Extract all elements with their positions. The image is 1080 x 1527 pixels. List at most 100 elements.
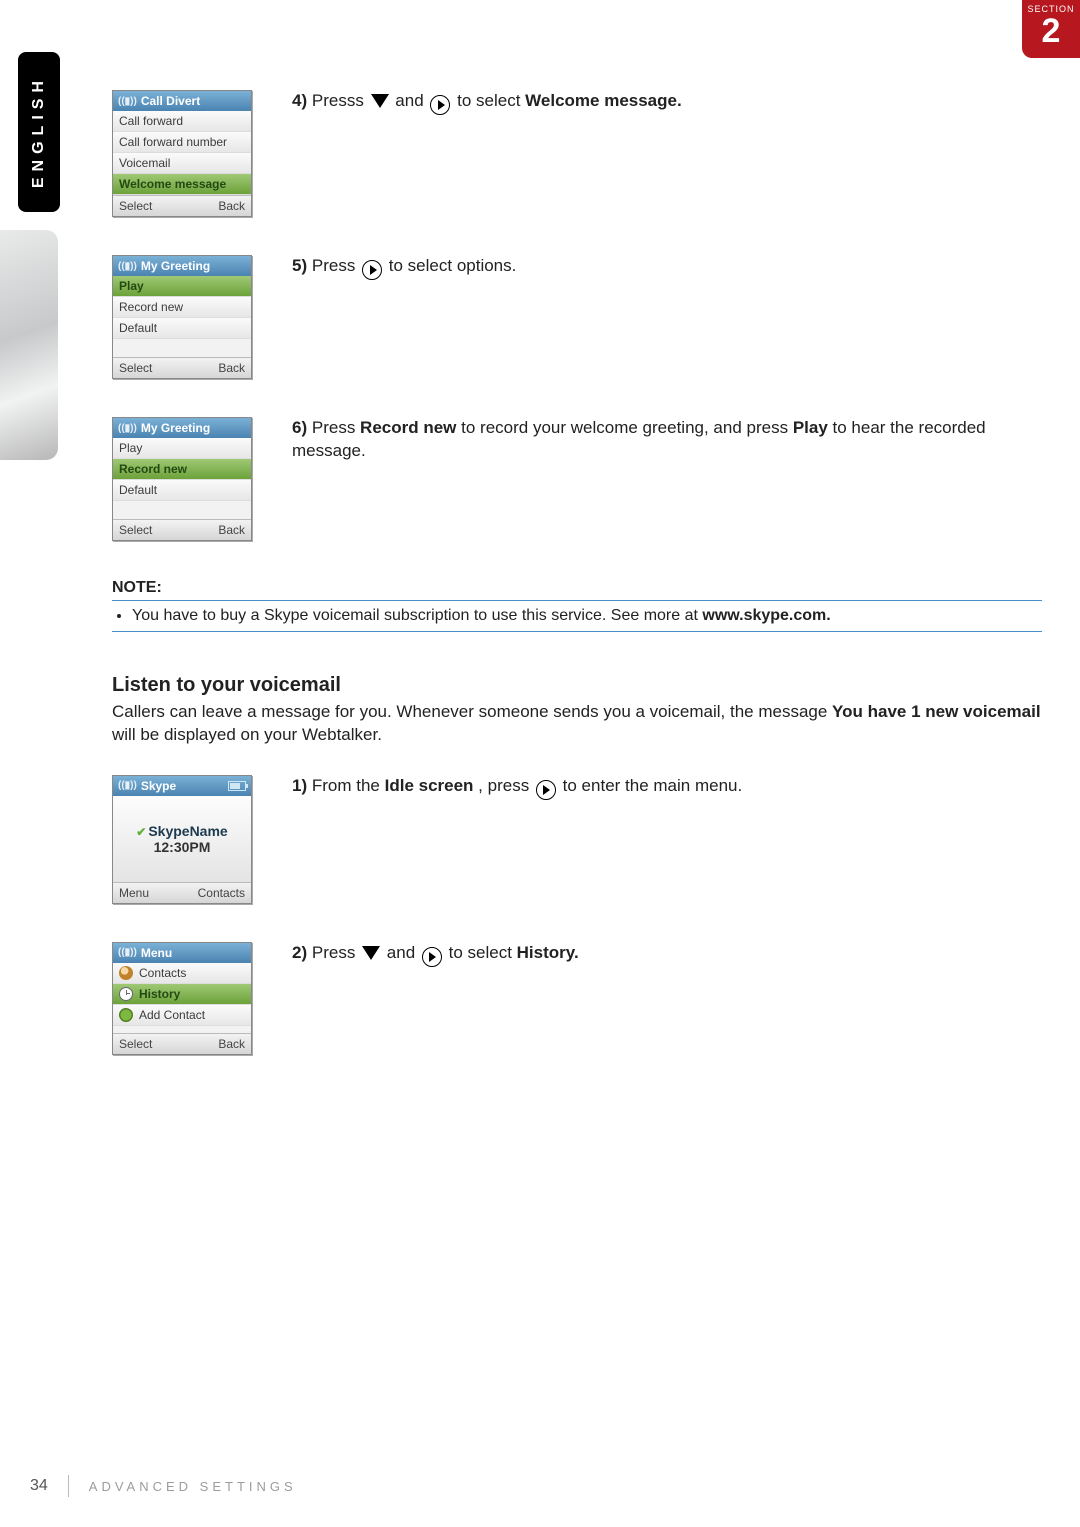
signal-icon: ((▮)): [118, 96, 137, 107]
phone-body: Play Record new Default: [113, 276, 251, 357]
step-text: 6) Press Record new to record your welco…: [272, 417, 1042, 541]
step-6-row: ((▮)) My Greeting Play Record new Defaul…: [112, 417, 1042, 541]
phone-header: ((▮)) Menu: [113, 943, 251, 963]
step-bold: History.: [517, 943, 579, 962]
note-rule: [112, 631, 1042, 632]
listen-heading: Listen to your voicemail: [112, 674, 1042, 697]
menu-item-history[interactable]: History: [113, 984, 251, 1005]
softkey-right[interactable]: Back: [218, 1037, 245, 1051]
step-text-part: Press: [312, 943, 360, 962]
note-block: NOTE: You have to buy a Skype voicemail …: [112, 579, 1042, 632]
section-number: 2: [1022, 14, 1080, 48]
down-arrow-icon: [362, 946, 380, 960]
step-bold: Play: [793, 418, 828, 437]
list-item[interactable]: Default: [113, 480, 251, 501]
note-url: www.skype.com.: [702, 607, 830, 624]
section-badge: SECTION 2: [1022, 0, 1080, 58]
step-text-part: , press: [478, 776, 534, 795]
note-text: You have to buy a Skype voicemail subscr…: [132, 607, 702, 624]
signal-icon: ((▮)): [118, 947, 137, 958]
step-text: 5) Press to select options.: [272, 255, 1042, 379]
step-text-part: Press: [312, 418, 360, 437]
footer-divider: [68, 1475, 69, 1497]
phone-my-greeting-play: ((▮)) My Greeting Play Record new Defaul…: [112, 255, 252, 379]
step-number: 5): [292, 256, 307, 275]
para-text: Callers can leave a message for you. Whe…: [112, 702, 832, 721]
history-icon: [119, 987, 133, 1001]
step-bold: Record new: [360, 418, 456, 437]
edge-photo: [0, 230, 58, 460]
para-bold: You have 1 new voicemail: [832, 702, 1041, 721]
list-item[interactable]: Call forward number: [113, 132, 251, 153]
step-text-part: From the: [312, 776, 385, 795]
idle-time: 12:30PM: [154, 839, 211, 855]
softkey-left[interactable]: Menu: [119, 886, 149, 900]
note-heading: NOTE:: [112, 579, 1042, 597]
idle-skypename: ✔SkypeName: [136, 823, 227, 839]
step-number: 6): [292, 418, 307, 437]
para-text: will be displayed on your Webtalker.: [112, 725, 382, 744]
list-item[interactable]: Call forward: [113, 111, 251, 132]
softkey-right[interactable]: Back: [218, 361, 245, 375]
contacts-icon: [119, 966, 133, 980]
signal-icon: ((▮)): [118, 423, 137, 434]
phone-softkeys: Select Back: [113, 357, 251, 378]
softkey-left[interactable]: Select: [119, 199, 152, 213]
step-text-part: and: [395, 91, 428, 110]
list-item[interactable]: Play: [113, 438, 251, 459]
phone-body: Call forward Call forward number Voicema…: [113, 111, 251, 195]
step-number: 1): [292, 776, 307, 795]
list-item-selected[interactable]: Welcome message: [113, 174, 251, 195]
step-text-part: Presss: [312, 91, 369, 110]
list-item[interactable]: Default: [113, 318, 251, 339]
step-text-part: to select: [449, 943, 517, 962]
softkey-left[interactable]: Select: [119, 523, 152, 537]
menu-label: History: [139, 987, 180, 1001]
softkey-left[interactable]: Select: [119, 361, 152, 375]
page-number: 34: [30, 1477, 48, 1495]
phone-my-greeting-record: ((▮)) My Greeting Play Record new Defaul…: [112, 417, 252, 541]
menu-label: Add Contact: [139, 1008, 205, 1022]
softkey-right[interactable]: Contacts: [198, 886, 245, 900]
step-text: 4) Presss and to select Welcome message.: [272, 90, 1042, 217]
list-item[interactable]: Record new: [113, 297, 251, 318]
listen-paragraph: Callers can leave a message for you. Whe…: [112, 701, 1042, 747]
phone-title: Skype: [141, 779, 176, 793]
step-text-part: Press: [312, 256, 360, 275]
phone-title: My Greeting: [141, 259, 210, 273]
vm-step-1-row: ((▮)) Skype ✔SkypeName 12:30PM Menu Cont…: [112, 775, 1042, 904]
softkey-right[interactable]: Back: [218, 199, 245, 213]
language-tab: ENGLISH: [18, 52, 60, 212]
step-number: 2): [292, 943, 307, 962]
step-text-part: to select: [457, 91, 525, 110]
phone-body: ✔SkypeName 12:30PM: [113, 796, 251, 882]
phone-softkeys: Menu Contacts: [113, 882, 251, 903]
menu-item-add-contact[interactable]: Add Contact: [113, 1005, 251, 1026]
softkey-left[interactable]: Select: [119, 1037, 152, 1051]
page-content: ((▮)) Call Divert Call forward Call forw…: [112, 90, 1042, 1055]
phone-header: ((▮)) Skype: [113, 776, 251, 796]
battery-icon: [228, 781, 246, 791]
list-item[interactable]: Voicemail: [113, 153, 251, 174]
phone-softkeys: Select Back: [113, 1033, 251, 1054]
menu-item-contacts[interactable]: Contacts: [113, 963, 251, 984]
softkey-right[interactable]: Back: [218, 523, 245, 537]
step-bold: Idle screen: [385, 776, 474, 795]
phone-header: ((▮)) My Greeting: [113, 418, 251, 438]
note-rule: [112, 600, 1042, 601]
list-item-selected[interactable]: Play: [113, 276, 251, 297]
step-bold: Welcome message.: [525, 91, 682, 110]
add-contact-icon: [119, 1008, 133, 1022]
step-4-row: ((▮)) Call Divert Call forward Call forw…: [112, 90, 1042, 217]
phone-title: My Greeting: [141, 421, 210, 435]
signal-icon: ((▮)): [118, 261, 137, 272]
page-footer: 34 ADVANCED SETTINGS: [30, 1475, 297, 1497]
phone-header: ((▮)) Call Divert: [113, 91, 251, 111]
nav-key-icon: [362, 260, 382, 280]
signal-icon: ((▮)): [118, 780, 137, 791]
phone-idle-screen: ((▮)) Skype ✔SkypeName 12:30PM Menu Cont…: [112, 775, 252, 904]
list-item-selected[interactable]: Record new: [113, 459, 251, 480]
phone-body: Contacts History Add Contact: [113, 963, 251, 1033]
step-text-part: and: [387, 943, 420, 962]
language-text: ENGLISH: [30, 75, 48, 188]
